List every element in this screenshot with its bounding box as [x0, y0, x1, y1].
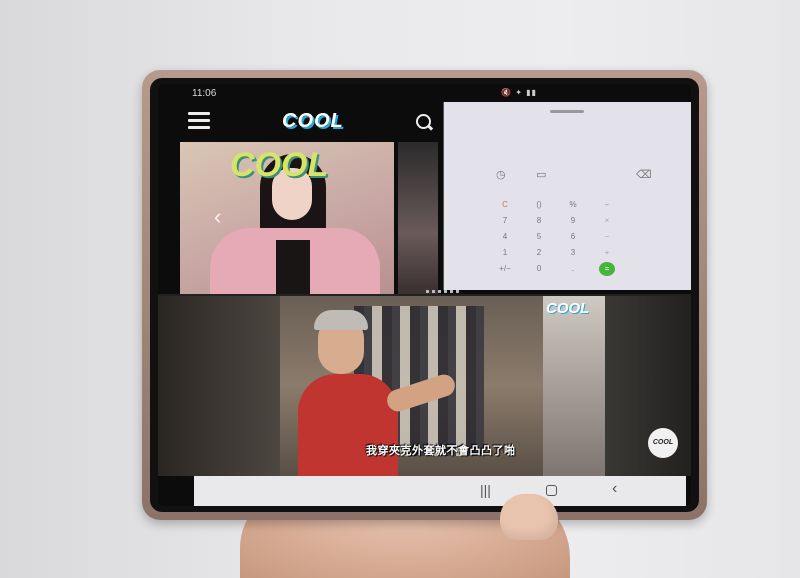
key-1[interactable]: 1 [488, 246, 522, 260]
search-icon[interactable] [416, 114, 431, 129]
key-5[interactable]: 5 [522, 230, 556, 244]
video-subtitle: 我穿夾克外套就不會凸凸了啪 [366, 445, 516, 457]
next-carousel-item[interactable] [398, 142, 438, 294]
key-spacer [624, 214, 658, 228]
video-cool-logo: COOL [546, 300, 590, 317]
unit-converter-icon[interactable]: ▭ [536, 168, 546, 181]
video-player[interactable]: COOL 我穿夾克外套就不會凸凸了啪 COOL [158, 296, 691, 476]
magazine-cover[interactable]: COOL [180, 142, 394, 294]
man-red-shirt [298, 374, 398, 476]
key-minus[interactable]: − [590, 230, 624, 244]
cover-model-top [276, 240, 310, 294]
key-percent[interactable]: % [556, 198, 590, 212]
key-equals[interactable]: = [599, 262, 615, 276]
split-resize-handle[interactable] [426, 290, 462, 293]
history-icon[interactable]: ◷ [496, 168, 506, 181]
key-4[interactable]: 4 [488, 230, 522, 244]
cool-logo: COOL [282, 110, 344, 132]
key-clear[interactable]: C [488, 198, 522, 212]
key-multiply[interactable]: × [590, 214, 624, 228]
back-icon[interactable]: ‹ [612, 480, 617, 498]
key-plus[interactable]: + [590, 246, 624, 260]
key-spacer [624, 246, 658, 260]
recents-icon[interactable]: ||| [480, 482, 491, 498]
key-2[interactable]: 2 [522, 246, 556, 260]
backspace-icon[interactable]: ⌫ [636, 168, 652, 181]
video-blur-right [605, 296, 691, 476]
system-nav-bar: ||| ‹ [194, 476, 686, 506]
home-icon[interactable] [546, 485, 557, 496]
key-7[interactable]: 7 [488, 214, 522, 228]
hamburger-menu-icon[interactable] [188, 112, 210, 129]
status-icons: 🔇 ✦ ▮▮ [501, 88, 537, 97]
window-drag-handle[interactable] [550, 110, 584, 113]
key-parentheses[interactable]: () [522, 198, 556, 212]
key-spacer [624, 262, 658, 276]
key-0[interactable]: 0 [522, 262, 556, 276]
calculator-app: ◷ ▭ ⌫ C () % ÷ 7 8 9 × 4 5 6 − 1 2 3 + +… [443, 102, 691, 290]
channel-badge: COOL [648, 428, 678, 458]
key-9[interactable]: 9 [556, 214, 590, 228]
key-3[interactable]: 3 [556, 246, 590, 260]
key-sign[interactable]: +/− [488, 262, 522, 276]
key-6[interactable]: 6 [556, 230, 590, 244]
key-spacer [624, 198, 658, 212]
man-cap [314, 310, 368, 330]
thumb [500, 494, 558, 540]
key-divide[interactable]: ÷ [590, 198, 624, 212]
status-time: 11:06 [192, 88, 217, 99]
news-app-bar: COOL [158, 102, 443, 140]
keypad: C () % ÷ 7 8 9 × 4 5 6 − 1 2 3 + +/− 0 .… [488, 198, 658, 276]
key-spacer [624, 230, 658, 244]
magazine-title: COOL [230, 146, 329, 184]
key-decimal[interactable]: . [556, 262, 590, 276]
prev-arrow-icon[interactable]: ‹ [214, 204, 221, 230]
video-blur-left [158, 296, 280, 476]
phone-screen: 11:06 🔇 ✦ ▮▮ COOL COOL ‹ › ◷ ▭ ⌫ C () % … [158, 84, 691, 506]
key-8[interactable]: 8 [522, 214, 556, 228]
video-store-side [543, 296, 605, 476]
